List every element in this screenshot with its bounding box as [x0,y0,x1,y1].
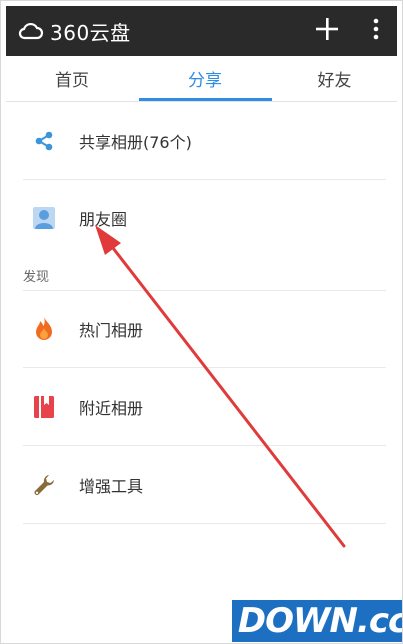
top-app-bar: 360云盘 [6,6,397,56]
watermark-text: DOWN.cc [231,600,402,642]
list-item-moments[interactable]: 朋友圈 [23,180,386,256]
list-item-label: 热门相册 [79,321,144,340]
app-logo: 360云盘 [18,17,131,46]
flame-icon [31,316,57,342]
list-item-nearby-albums[interactable]: 附近相册 [23,369,386,446]
list-item-label: 增强工具 [79,477,144,496]
tab-share[interactable]: 分享 [138,56,272,101]
add-button[interactable] [307,11,347,51]
tab-bar: 首页 分享 好友 [6,56,397,102]
list-item-hot-albums[interactable]: 热门相册 [23,291,386,368]
tab-home[interactable]: 首页 [6,56,138,101]
active-tab-indicator [139,98,272,101]
share-icon [31,128,57,154]
list-item-shared-albums[interactable]: 共享相册(76个) [23,103,386,180]
section-header-discover: 发现 [23,270,50,285]
more-vertical-icon [373,18,379,44]
book-icon [31,394,57,420]
plus-icon [316,18,338,44]
cloud-icon [18,20,44,42]
list-item-label: 朋友圈 [79,210,128,229]
person-icon [31,205,57,231]
list-item-label: 共享相册(76个) [79,133,192,152]
screenshot-frame: 360云盘 首页 分享 好友 共享相册(76个) 朋友圈 发现 热门相册 附近相… [0,0,403,644]
app-title: 360云盘 [50,20,131,45]
wrench-icon [31,472,57,498]
watermark-logo: DOWN.cc [231,599,402,643]
list-item-enhance-tools[interactable]: 增强工具 [23,447,386,524]
list-item-label: 附近相册 [79,399,144,418]
more-menu-button[interactable] [361,11,391,51]
tab-friends[interactable]: 好友 [272,56,397,101]
